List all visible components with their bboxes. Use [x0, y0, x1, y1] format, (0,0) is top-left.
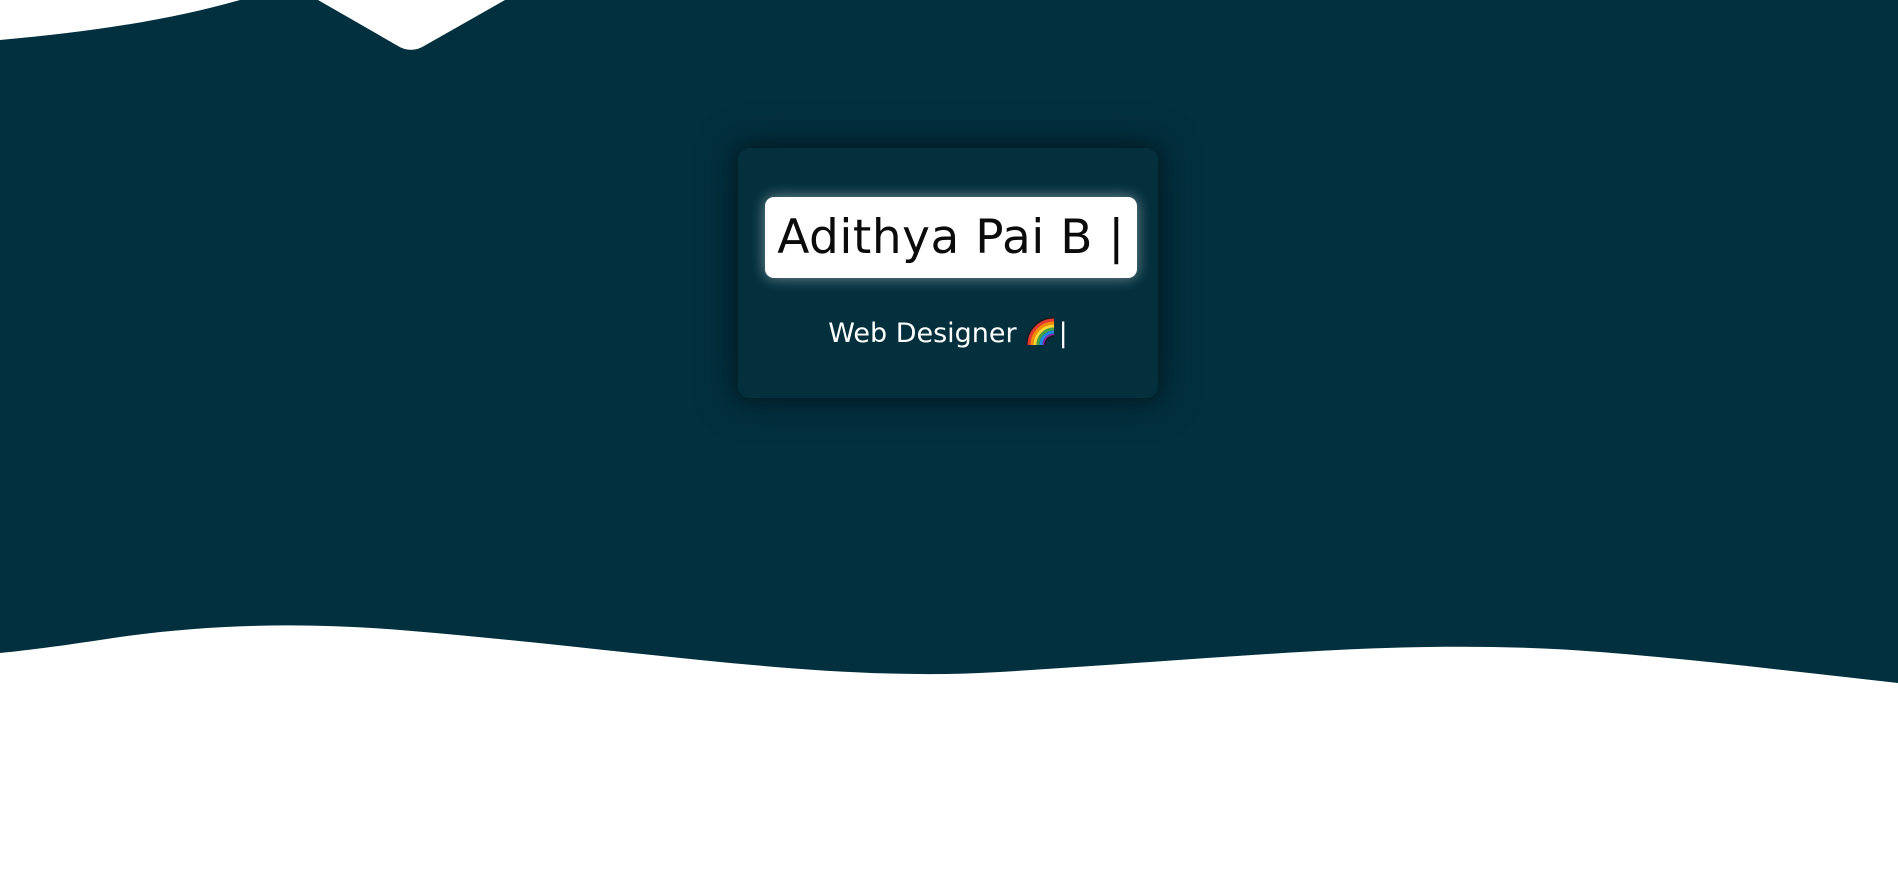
rainbow-icon [1025, 316, 1057, 353]
intro-card: Adithya Pai B | Web Designer | [738, 148, 1158, 398]
hero-background [0, 0, 1898, 683]
name-box: Adithya Pai B | [765, 197, 1137, 278]
role-line: Web Designer | [738, 316, 1158, 353]
page: Adithya Pai B | Web Designer | [0, 0, 1898, 896]
typing-cursor: | [1058, 318, 1068, 349]
role-text: Web Designer [828, 318, 1017, 349]
name-heading: Adithya Pai B | [777, 210, 1125, 265]
